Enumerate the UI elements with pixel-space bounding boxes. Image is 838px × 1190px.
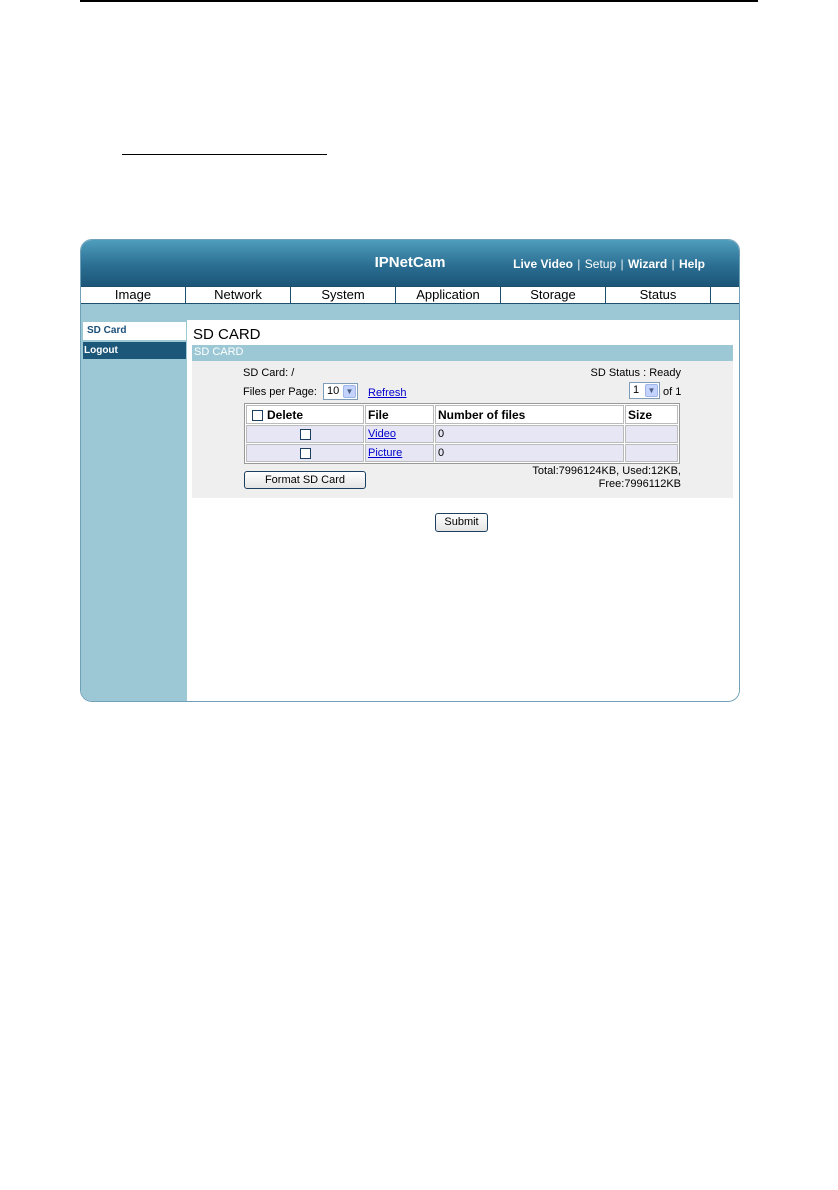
live-video-link[interactable]: Live Video [513,257,573,271]
chevron-down-icon[interactable]: ▼ [343,385,356,398]
menu-network[interactable]: Network [186,287,291,303]
wizard-link[interactable]: Wizard [628,257,667,271]
link-separator: | [577,257,581,271]
files-per-page-label: Files per Page: [243,386,317,398]
page-top-rule [80,0,758,2]
app-window: IPNetCam Live Video | Setup | Wizard | H… [80,239,740,702]
file-cell: Video [365,425,434,443]
main-content: SD CARD SD CARD SD Card: / SD Status : R… [187,320,739,701]
top-links: Live Video | Setup | Wizard | Help [513,257,705,271]
sidebar: SD Card Logout [81,320,187,701]
sd-status: SD Status : Ready [590,367,682,379]
delete-cell [246,425,364,443]
table-row: Video 0 [246,425,678,443]
usage-line-free: Free:7996112KB [598,478,681,490]
link-separator: | [671,257,675,271]
page-select[interactable]: 1 ▼ [629,382,660,399]
file-link-video[interactable]: Video [368,428,396,440]
menu-system[interactable]: System [291,287,396,303]
submenu-strip [81,304,739,320]
sd-card-panel: SD Card: / SD Status : Ready Files per P… [192,361,733,498]
count-cell: 0 [435,425,624,443]
sd-card-path: SD Card: / [243,367,295,379]
size-cell [625,444,678,462]
page-count: of 1 [663,386,682,398]
menu-image[interactable]: Image [81,287,186,303]
delete-header-label: Delete [267,407,304,422]
number-of-files-header: Number of files [435,405,624,424]
delete-cell [246,444,364,462]
sidebar-item-sd-card[interactable]: SD Card [83,322,186,340]
file-link-picture[interactable]: Picture [368,447,402,459]
size-cell [625,425,678,443]
menu-status[interactable]: Status [606,287,711,303]
format-sd-card-button[interactable]: Format SD Card [244,471,366,489]
select-all-checkbox[interactable] [252,409,263,421]
menu-application[interactable]: Application [396,287,501,303]
files-per-page-select[interactable]: 10 ▼ [323,383,358,400]
link-separator: | [620,257,624,271]
section-header: SD CARD [192,345,733,361]
delete-header: Delete [246,405,364,424]
files-table: Delete File Number of files Size Video 0… [244,403,680,464]
size-header: Size [625,405,678,424]
storage-usage: Total:7996124KB, Used:12KB, Free:7996112… [532,465,681,491]
heading-underline [122,154,327,155]
chevron-down-icon[interactable]: ▼ [645,384,658,397]
page-title: SD CARD [193,326,261,343]
menu-spacer [711,287,737,303]
page-value: 1 [633,384,640,396]
file-header: File [365,405,434,424]
submit-button[interactable]: Submit [435,513,488,532]
app-header: IPNetCam Live Video | Setup | Wizard | H… [81,240,739,286]
table-header-row: Delete File Number of files Size [246,405,678,424]
row-checkbox-picture[interactable] [299,447,311,459]
setup-link[interactable]: Setup [585,257,616,271]
refresh-link[interactable]: Refresh [368,387,407,399]
row-checkbox-video[interactable] [299,428,311,440]
usage-line-total-used: Total:7996124KB, Used:12KB, [532,465,681,477]
help-link[interactable]: Help [679,257,705,271]
sidebar-item-logout[interactable]: Logout [83,342,186,359]
table-row: Picture 0 [246,444,678,462]
count-cell: 0 [435,444,624,462]
files-per-page-value: 10 [327,385,340,397]
file-cell: Picture [365,444,434,462]
main-menu: Image Network System Application Storage… [81,286,739,304]
menu-storage[interactable]: Storage [501,287,606,303]
